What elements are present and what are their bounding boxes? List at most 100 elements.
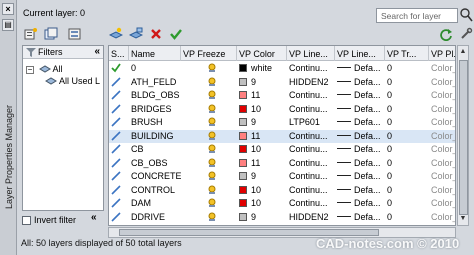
vp-transparency-cell[interactable]: 0 (385, 170, 429, 183)
vp-freeze-icon[interactable] (181, 184, 237, 197)
vertical-scrollbar[interactable]: ▲ ▼ (457, 45, 469, 226)
vp-lineweight-cell[interactable]: Defa... (335, 130, 385, 143)
new-layer-button[interactable] (108, 26, 124, 42)
layer-row[interactable]: DDRIVE 9 HIDDEN2 Defa... 0Color_9 (109, 211, 455, 224)
vp-linetype-cell[interactable]: Continu... (287, 103, 335, 116)
vp-lineweight-cell[interactable]: Defa... (335, 143, 385, 156)
vp-color-cell[interactable]: 10 (237, 197, 287, 210)
layer-row[interactable]: DAM 10 Continu... Defa... 0Color_10 (109, 197, 455, 210)
auto-hide-button[interactable]: ▤ (2, 19, 14, 31)
layer-row[interactable]: 0whiteContinu...Defa...0Color_7 (109, 62, 455, 75)
vp-color-cell[interactable]: 9 (237, 170, 287, 183)
vertical-scroll-thumb[interactable] (459, 60, 468, 215)
vp-plotstyle-cell[interactable]: Color_10 (429, 197, 455, 210)
vp-plotstyle-cell[interactable]: Color_11 (429, 89, 455, 102)
layer-states-manager-button[interactable] (67, 26, 83, 42)
vp-color-cell[interactable]: 11 (237, 157, 287, 170)
vp-linetype-cell[interactable]: HIDDEN2 (287, 211, 335, 224)
layer-name[interactable]: BRUSH (129, 116, 181, 129)
vp-freeze-icon[interactable] (181, 89, 237, 102)
set-current-button[interactable] (168, 26, 184, 42)
vp-color-cell[interactable]: 10 (237, 103, 287, 116)
vp-linetype-cell[interactable]: Continu... (287, 130, 335, 143)
layer-row[interactable]: CONTROL 10 Continu... Defa... 0Color_10 (109, 184, 455, 197)
close-palette-button[interactable]: × (2, 3, 14, 15)
vp-freeze-icon[interactable] (181, 130, 237, 143)
tree-node-all-used[interactable]: All Used L (45, 76, 100, 86)
layer-name[interactable]: DDRIVE (129, 211, 181, 224)
vp-plotstyle-cell[interactable]: Color_9 (429, 170, 455, 183)
layer-status-icon[interactable] (109, 211, 129, 224)
vp-freeze-icon[interactable] (181, 197, 237, 210)
vp-freeze-icon[interactable] (181, 116, 237, 129)
vp-transparency-cell[interactable]: 0 (385, 184, 429, 197)
vp-plotstyle-cell[interactable]: Color_11 (429, 157, 455, 170)
layer-row[interactable]: BUILDING 11 Continu... Defa... 0Color_11 (109, 129, 455, 143)
layer-name[interactable]: CB (129, 143, 181, 156)
vp-plotstyle-cell[interactable]: Color_7 (429, 62, 455, 75)
vp-linetype-cell[interactable]: Continu... (287, 89, 335, 102)
vp-linetype-cell[interactable]: HIDDEN2 (287, 76, 335, 89)
column-header-5[interactable]: VP Line... (335, 46, 385, 61)
vp-lineweight-cell[interactable]: Defa... (335, 103, 385, 116)
vp-freeze-icon[interactable] (181, 211, 237, 224)
vp-plotstyle-cell[interactable]: Color_11 (429, 130, 455, 143)
vp-plotstyle-cell[interactable]: Color_9 (429, 116, 455, 129)
vp-linetype-cell[interactable]: Continu... (287, 62, 335, 75)
layer-status-icon[interactable] (109, 197, 129, 210)
column-header-3[interactable]: VP Color (237, 46, 287, 61)
vp-freeze-icon[interactable] (181, 76, 237, 89)
layer-row[interactable]: CB 10 Continu... Defa... 0Color_10 (109, 143, 455, 156)
layer-row[interactable]: BRUSH 9 LTP601 Defa... 0Color_9 (109, 116, 455, 129)
vp-transparency-cell[interactable]: 0 (385, 116, 429, 129)
horizontal-scroll-thumb[interactable] (119, 229, 379, 236)
vp-lineweight-cell[interactable]: Defa... (335, 170, 385, 183)
vp-transparency-cell[interactable]: 0 (385, 197, 429, 210)
vp-plotstyle-cell[interactable]: Color_10 (429, 184, 455, 197)
layer-name[interactable]: CONCRETE (129, 170, 181, 183)
refresh-button[interactable] (438, 26, 454, 42)
layer-name[interactable]: CB_OBS (129, 157, 181, 170)
scroll-down-icon[interactable]: ▼ (458, 213, 468, 225)
vp-lineweight-cell[interactable]: Defa... (335, 62, 385, 75)
vp-transparency-cell[interactable]: 0 (385, 103, 429, 116)
settings-button[interactable] (458, 26, 474, 42)
vp-transparency-cell[interactable]: 0 (385, 89, 429, 102)
tree-expand-icon[interactable]: − (26, 66, 34, 74)
vp-linetype-cell[interactable]: LTP601 (287, 116, 335, 129)
layer-name[interactable]: 0 (129, 62, 181, 75)
invert-filter-checkbox[interactable] (22, 215, 31, 225)
vp-color-cell[interactable]: white (237, 62, 287, 75)
layer-name[interactable]: DAM (129, 197, 181, 210)
layer-name[interactable]: ATH_FELD (129, 76, 181, 89)
vp-linetype-cell[interactable]: Continu... (287, 157, 335, 170)
layer-status-icon[interactable] (109, 76, 129, 89)
column-header-1[interactable]: Name (129, 46, 181, 61)
vp-color-cell[interactable]: 9 (237, 116, 287, 129)
collapse-tree-button[interactable]: « (91, 212, 97, 223)
layer-name[interactable]: CONTROL (129, 184, 181, 197)
layer-status-icon[interactable] (109, 130, 129, 143)
vp-freeze-icon[interactable] (181, 103, 237, 116)
new-group-filter-button[interactable] (43, 26, 59, 42)
vp-freeze-icon[interactable] (181, 157, 237, 170)
layer-status-icon[interactable] (109, 157, 129, 170)
layer-status-icon[interactable] (109, 89, 129, 102)
vp-lineweight-cell[interactable]: Defa... (335, 211, 385, 224)
layer-status-icon[interactable] (109, 143, 129, 156)
column-header-2[interactable]: VP Freeze (181, 46, 237, 61)
collapse-filters-button[interactable]: « (94, 46, 100, 57)
layer-status-icon[interactable] (109, 184, 129, 197)
vp-color-cell[interactable]: 10 (237, 184, 287, 197)
vp-color-cell[interactable]: 9 (237, 211, 287, 224)
vp-plotstyle-cell[interactable]: Color_10 (429, 143, 455, 156)
layer-row[interactable]: BLDG_OBS 11 Continu... Defa... 0Color_11 (109, 89, 455, 102)
delete-layer-button[interactable] (148, 26, 164, 42)
vp-lineweight-cell[interactable]: Defa... (335, 116, 385, 129)
column-header-6[interactable]: VP Tr... (385, 46, 429, 61)
vp-freeze-icon[interactable] (181, 62, 237, 75)
layer-row[interactable]: CONCRETE 9 Continu... Defa... 0Color_9 (109, 170, 455, 183)
search-layer-input[interactable]: Search for layer (376, 8, 458, 23)
column-header-7[interactable]: VP Pl... (429, 46, 455, 61)
layer-row[interactable]: CB_OBS 11 Continu... Defa... 0Color_11 (109, 157, 455, 170)
